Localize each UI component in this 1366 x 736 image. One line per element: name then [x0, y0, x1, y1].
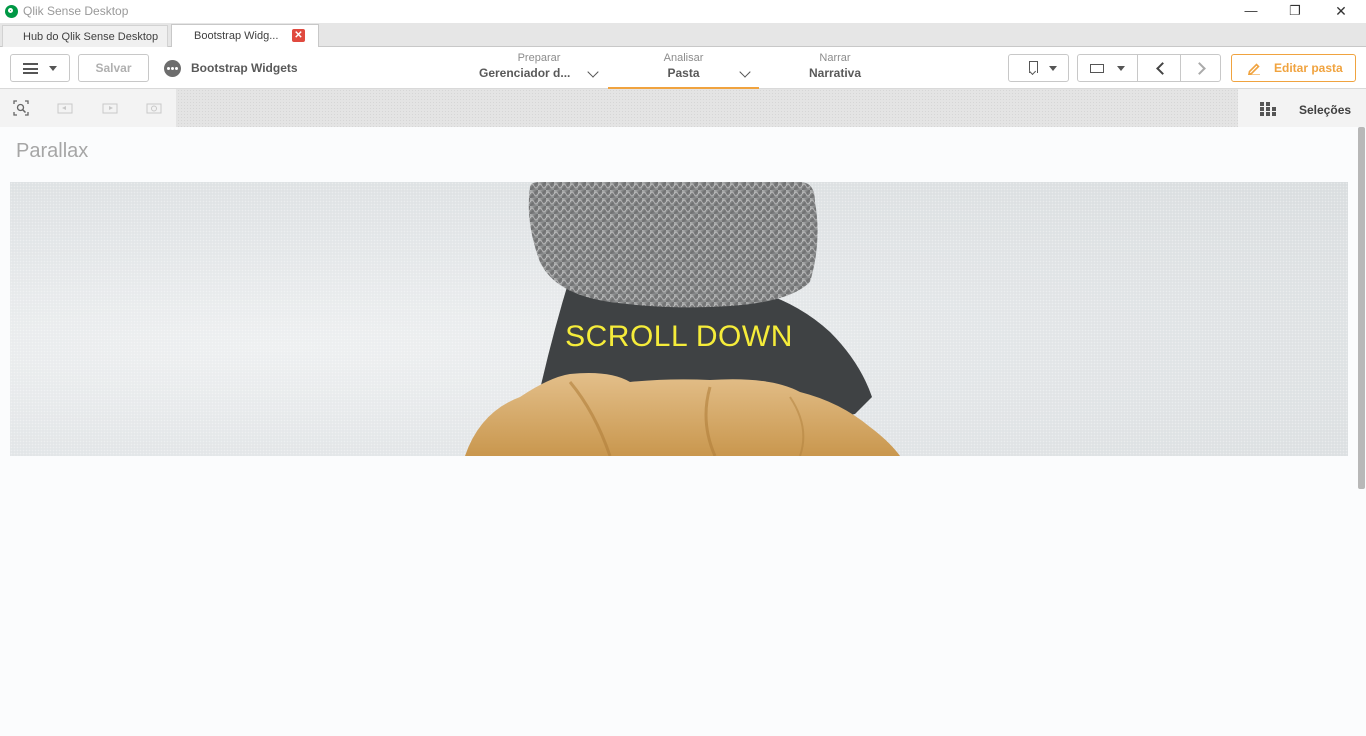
scrollbar-thumb[interactable]	[1358, 127, 1365, 489]
clear-selections-icon[interactable]	[146, 100, 162, 116]
previous-sheet-button[interactable]	[1138, 55, 1180, 81]
bookmark-icon	[1029, 61, 1038, 73]
sheet-navigation	[1077, 54, 1221, 82]
tab-label: Hub do Qlik Sense Desktop	[23, 31, 159, 43]
next-sheet-button[interactable]	[1181, 55, 1221, 81]
tab-bar: Hub do Qlik Sense Desktop Bootstrap Widg…	[0, 23, 1366, 47]
selections-grid-icon	[1260, 102, 1276, 116]
sheets-button[interactable]	[1078, 55, 1137, 81]
hero-text: SCROLL DOWN	[565, 320, 793, 353]
edit-sheet-button[interactable]: Editar pasta	[1231, 54, 1356, 82]
selections-bar: Seleções	[0, 89, 1366, 127]
chevron-left-icon	[1156, 62, 1169, 75]
save-button[interactable]: Salvar	[78, 54, 149, 82]
minimize-button[interactable]: —	[1228, 0, 1274, 23]
global-menu-button[interactable]	[10, 54, 70, 82]
step-back-icon[interactable]	[57, 100, 73, 116]
selections-tool-button[interactable]: Seleções	[1238, 89, 1366, 127]
nav-narrate-value: Narrativa	[808, 66, 862, 80]
app-more-icon[interactable]	[164, 60, 181, 77]
nav-prepare[interactable]: Preparar Gerenciador d...	[474, 51, 604, 89]
close-window-button[interactable]: ✕	[1318, 0, 1364, 23]
qlik-logo-icon	[5, 5, 18, 18]
app-toolbar: Salvar Bootstrap Widgets Preparar Gerenc…	[0, 47, 1366, 89]
bookmarks-button[interactable]	[1008, 54, 1069, 82]
window-title: Qlik Sense Desktop	[23, 4, 129, 18]
nav-narrate-label: Narrar	[819, 52, 851, 64]
window-titlebar: Qlik Sense Desktop — ❐ ✕	[0, 0, 1366, 23]
edit-sheet-label: Editar pasta	[1274, 61, 1343, 75]
pencil-icon	[1248, 63, 1260, 75]
tab-bootstrap-widgets[interactable]: Bootstrap Widg... ✕	[171, 24, 319, 47]
vertical-scrollbar[interactable]	[1358, 127, 1366, 736]
tab-hub[interactable]: Hub do Qlik Sense Desktop	[2, 25, 168, 47]
selections-label: Seleções	[1299, 103, 1352, 117]
nav-prepare-value: Gerenciador d...	[479, 66, 571, 80]
hero-photo	[465, 182, 900, 456]
step-forward-icon[interactable]	[102, 100, 118, 116]
tab-label: Bootstrap Widg...	[194, 30, 279, 42]
chevron-right-icon	[1193, 62, 1206, 75]
nav-narrate[interactable]: Narrar Narrativa	[780, 51, 890, 89]
nav-analyze-label: Analisar	[663, 52, 704, 64]
sheet-screen-icon	[1090, 64, 1104, 73]
nav-prepare-label: Preparar	[517, 52, 561, 64]
caret-down-icon	[49, 66, 57, 71]
caret-down-icon	[1049, 66, 1057, 71]
close-tab-icon[interactable]: ✕	[292, 29, 305, 42]
nav-analyze-value: Pasta	[667, 66, 700, 80]
app-name: Bootstrap Widgets	[191, 61, 298, 75]
parallax-hero[interactable]: SCROLL DOWN	[10, 182, 1348, 456]
restore-button[interactable]: ❐	[1272, 0, 1318, 23]
nav-analyze[interactable]: Analisar Pasta	[608, 51, 759, 89]
caret-down-icon	[1117, 66, 1125, 71]
sheet-title: Parallax	[16, 140, 89, 162]
selection-tools	[0, 89, 176, 127]
hamburger-icon	[23, 63, 38, 74]
smart-search-icon[interactable]	[13, 100, 29, 116]
